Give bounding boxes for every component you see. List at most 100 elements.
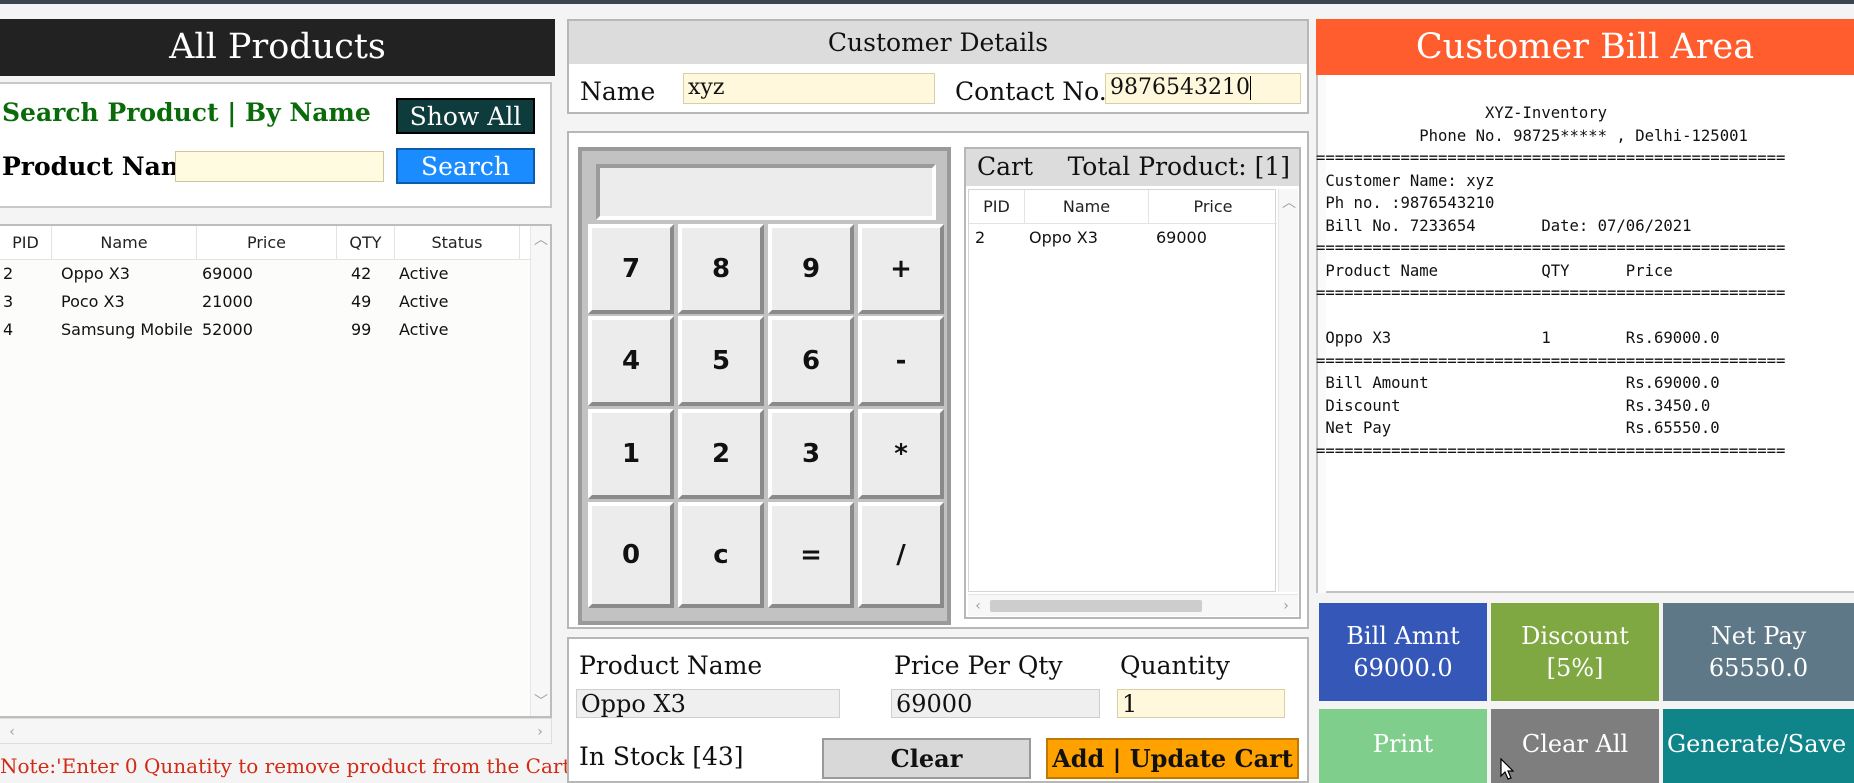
row-name: Samsung Mobile (61, 320, 193, 339)
calculator-display[interactable] (596, 164, 936, 220)
calc-key-8[interactable]: 8 (678, 224, 764, 314)
table-row[interactable]: 4 Samsung Mobile 52000 99 Active (0, 316, 530, 344)
row-qty: 99 (351, 320, 372, 339)
customer-name-label: Name (580, 77, 656, 106)
table-row[interactable]: 3 Poco X3 21000 49 Active (0, 288, 530, 316)
calc-key-7[interactable]: 7 (588, 224, 674, 314)
show-all-button[interactable]: Show All (396, 98, 535, 134)
form-price-input[interactable]: 69000 (891, 689, 1100, 718)
discount-tile: Discount [5%] (1491, 603, 1659, 701)
col-name[interactable]: Name (52, 226, 197, 260)
cart-col-name[interactable]: Name (1025, 190, 1149, 224)
bill-amount-label: Bill Amnt (1346, 622, 1460, 650)
col-qty[interactable]: QTY (337, 226, 395, 260)
bill-area-title: Customer Bill Area (1316, 19, 1854, 75)
cart-table[interactable]: PID Name Price 2 Oppo X3 69000 (968, 189, 1277, 592)
cart-table-header: PID Name Price (969, 190, 1277, 224)
row-status: Active (399, 292, 449, 311)
search-button[interactable]: Search (396, 148, 535, 184)
product-name-label: Product Name (2, 152, 204, 181)
scroll-up-icon[interactable]: ︿ (1279, 193, 1299, 213)
scroll-up-icon[interactable]: ︿ (531, 230, 550, 250)
net-pay-tile: Net Pay 65550.0 (1663, 603, 1854, 701)
print-button[interactable]: Print (1319, 709, 1487, 783)
row-pid: 3 (3, 292, 14, 311)
scroll-right-icon[interactable]: › (530, 722, 550, 742)
cart-header: Cart Total Product: [1] (966, 149, 1299, 186)
calc-key-0[interactable]: 0 (588, 502, 674, 608)
row-pid: 4 (3, 320, 14, 339)
row-qty: 42 (351, 264, 372, 283)
contact-input-value: 9876543210 (1110, 75, 1250, 100)
calc-key-1[interactable]: 1 (588, 409, 674, 499)
bill-amount-value: 69000.0 (1353, 654, 1453, 682)
calc-key-clear[interactable]: c (678, 502, 764, 608)
remove-product-note: Note:'Enter 0 Qunatity to remove product… (0, 754, 576, 778)
net-pay-value: 65550.0 (1708, 654, 1809, 682)
product-table-header: PID Name Price QTY Status (0, 226, 530, 260)
col-price[interactable]: Price (197, 226, 337, 260)
cart-col-price[interactable]: Price (1149, 190, 1277, 224)
calc-key-equals[interactable]: = (768, 502, 854, 608)
cart-row-name: Oppo X3 (1029, 228, 1098, 247)
cart-row-price: 69000 (1156, 228, 1207, 247)
bill-amount-tile: Bill Amnt 69000.0 (1319, 603, 1487, 701)
clear-button[interactable]: Clear (822, 738, 1031, 779)
row-status: Active (399, 320, 449, 339)
in-stock-label: In Stock [43] (579, 742, 744, 771)
calc-key-multiply[interactable]: * (858, 409, 944, 499)
row-name: Poco X3 (61, 292, 125, 311)
calc-key-divide[interactable]: / (858, 502, 944, 608)
product-table-vscroll[interactable]: ︿ ﹀ (530, 226, 550, 716)
cart-hscroll-thumb[interactable] (990, 600, 1202, 612)
discount-value: [5%] (1546, 654, 1604, 682)
calc-key-2[interactable]: 2 (678, 409, 764, 499)
form-price-label: Price Per Qty (894, 651, 1063, 680)
contact-input[interactable]: 9876543210 (1105, 73, 1301, 104)
cart-total-products: Total Product: [1] (1067, 152, 1290, 181)
product-table[interactable]: PID Name Price QTY Status 2 Oppo X3 6900… (0, 224, 552, 718)
cart-col-pid[interactable]: PID (969, 190, 1025, 224)
calc-key-plus[interactable]: + (858, 224, 944, 314)
row-status: Active (399, 264, 449, 283)
form-quantity-input[interactable]: 1 (1117, 689, 1285, 718)
cart-row[interactable]: 2 Oppo X3 69000 (969, 224, 1277, 252)
cart-vscroll[interactable]: ︿ (1278, 189, 1298, 592)
mouse-pointer-icon (1500, 758, 1514, 780)
clear-all-button[interactable]: Clear All (1491, 709, 1659, 783)
row-price: 52000 (202, 320, 253, 339)
customer-name-input[interactable]: xyz (683, 73, 935, 104)
calc-key-minus[interactable]: - (858, 316, 944, 406)
cart-title: Cart (977, 152, 1034, 181)
calc-key-9[interactable]: 9 (768, 224, 854, 314)
row-pid: 2 (3, 264, 14, 283)
scroll-down-icon[interactable]: ﹀ (531, 692, 550, 712)
window-top-border (0, 0, 1854, 4)
col-status[interactable]: Status (395, 226, 520, 260)
cart-row-pid: 2 (975, 228, 986, 247)
calc-key-3[interactable]: 3 (768, 409, 854, 499)
product-search-input[interactable] (175, 151, 384, 182)
calc-key-6[interactable]: 6 (768, 316, 854, 406)
add-update-cart-button[interactable]: Add | Update Cart (1046, 738, 1299, 779)
calc-key-5[interactable]: 5 (678, 316, 764, 406)
product-table-hscroll[interactable]: ‹ › (0, 718, 552, 744)
generate-save-bill-button[interactable]: Generate/Save Bill (1663, 709, 1854, 783)
net-pay-label: Net Pay (1710, 622, 1807, 650)
search-title: Search Product | By Name (2, 98, 371, 127)
row-price: 69000 (202, 264, 253, 283)
table-row[interactable]: 2 Oppo X3 69000 42 Active (0, 260, 530, 288)
bill-text: XYZ-Inventory Phone No. 98725***** , Del… (1316, 104, 1786, 460)
scroll-left-icon[interactable]: ‹ (2, 722, 22, 742)
customer-details-title: Customer Details (569, 21, 1307, 64)
text-caret (1249, 76, 1251, 100)
discount-label: Discount (1521, 622, 1629, 650)
scroll-right-icon[interactable]: › (1276, 596, 1296, 616)
calc-key-4[interactable]: 4 (588, 316, 674, 406)
billing-window: All Products Search Product | By Name Sh… (0, 0, 1854, 783)
col-pid[interactable]: PID (0, 226, 52, 260)
cart-hscroll[interactable]: ‹ › (968, 594, 1298, 616)
form-product-name-input[interactable]: Oppo X3 (576, 689, 840, 718)
scroll-left-icon[interactable]: ‹ (968, 596, 988, 616)
form-product-name-label: Product Name (579, 651, 763, 680)
